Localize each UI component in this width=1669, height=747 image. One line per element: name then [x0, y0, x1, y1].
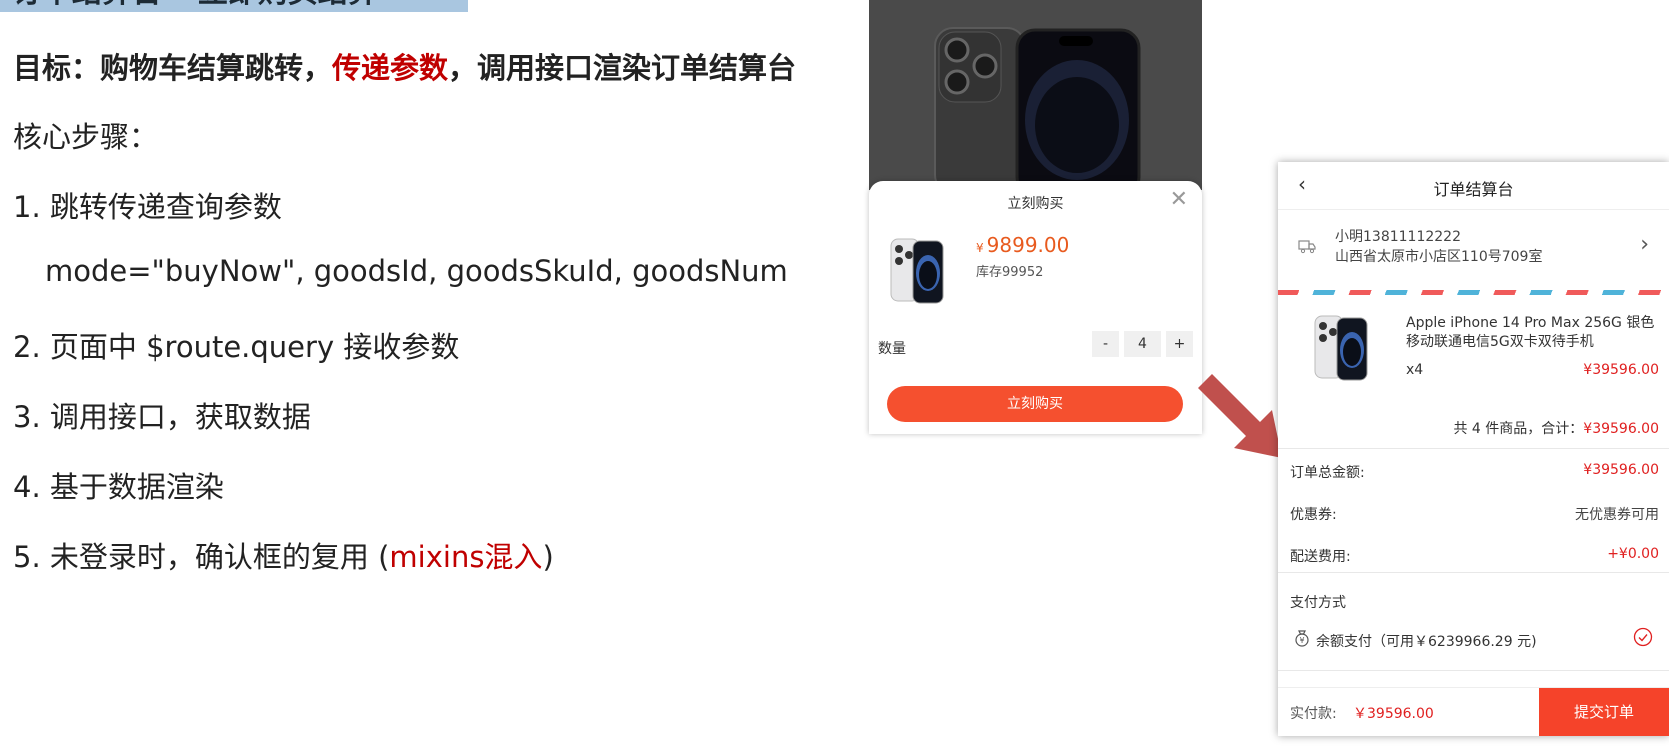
quantity-stepper: - 4 +	[1092, 331, 1193, 357]
pay-amount-value: ￥39596.00	[1353, 706, 1434, 722]
product-phone-image	[934, 27, 1141, 190]
slide-title: 订单结算台 – 立即购买结算	[0, 0, 468, 12]
step-1-params: mode="buyNow", goodsId, goodsSkuId, good…	[45, 254, 788, 288]
delivery-truck-icon	[1298, 240, 1316, 254]
step-5: 5. 未登录时，确认框的复用 (mixins混入)	[13, 534, 554, 576]
shipping-label: 配送费用:	[1290, 549, 1351, 565]
increase-button[interactable]: +	[1166, 331, 1193, 357]
goods-thumbnail	[1314, 315, 1368, 381]
address-card[interactable]: 小明13811112222 山西省太原市小店区110号709室 ›	[1278, 209, 1669, 290]
summary-prefix: 共 4 件商品，合计：	[1453, 421, 1584, 437]
contact-name-phone: 小明13811112222	[1335, 229, 1461, 245]
step-5-prefix: 5. 未登录时，确认框的复用 (	[13, 540, 390, 574]
step-4: 4. 基于数据渲染	[13, 470, 224, 504]
wallet-icon: ¥	[1295, 630, 1309, 647]
step-1: 1. 跳转传递查询参数	[13, 190, 282, 224]
product-thumbnail	[890, 238, 944, 304]
step-5-suffix: )	[542, 540, 554, 574]
decrease-button[interactable]: -	[1092, 331, 1119, 357]
goal-highlight: 传递参数	[332, 51, 449, 85]
quantity-value[interactable]: 4	[1124, 331, 1161, 357]
goods-name: Apple iPhone 14 Pro Max 256G 银色 移动联通电信5G…	[1406, 315, 1655, 350]
checkout-header: ‹ 订单结算台	[1278, 162, 1669, 208]
slide-goal: 目标：购物车结算跳转，传递参数，调用接口渲染订单结算台	[13, 45, 796, 87]
divider	[1278, 572, 1669, 573]
order-total-value: ¥39596.00	[1583, 462, 1659, 478]
delivery-address: 山西省太原市小店区110号709室	[1335, 249, 1543, 265]
product-image-overlay	[869, 0, 1202, 190]
steps-heading: 核心步骤：	[13, 120, 159, 154]
address-stripe	[1278, 290, 1669, 295]
step-5-highlight: mixins混入	[389, 540, 543, 574]
sheet-title: 立刻购买	[1007, 196, 1064, 212]
summary-total: ¥39596.00	[1583, 421, 1659, 437]
slide-title-strip: 订单结算台 – 立即购买结算	[0, 0, 468, 12]
buy-now-sheet: 立刻购买 ✕ ¥9899.00 库存99952 数量 - 4 + 立刻购买	[869, 181, 1202, 434]
goods-quantity: x4	[1406, 362, 1424, 378]
submit-order-button[interactable]: 提交订单	[1539, 688, 1669, 736]
goal-suffix: ，调用接口渲染订单结算台	[448, 51, 797, 85]
stock-text: 库存99952	[976, 265, 1044, 280]
close-icon[interactable]: ✕	[1170, 189, 1188, 211]
chevron-right-icon[interactable]: ›	[1640, 232, 1649, 257]
goods-price: ¥39596.00	[1583, 362, 1659, 378]
balance-payment-option[interactable]: 余额支付（可用￥6239966.29 元)	[1316, 631, 1537, 651]
currency-symbol: ¥	[976, 241, 984, 255]
quantity-label: 数量	[878, 341, 906, 357]
pay-amount-label: 实付款:	[1290, 706, 1337, 722]
sheet-price: ¥9899.00	[976, 233, 1069, 257]
check-circle-icon[interactable]	[1633, 627, 1653, 647]
coupon-label: 优惠券:	[1290, 507, 1337, 523]
svg-text:¥: ¥	[1299, 636, 1304, 645]
coupon-row[interactable]: 优惠券: 无优惠券可用	[1290, 504, 1659, 524]
buy-now-button[interactable]: 立刻购买	[887, 386, 1183, 422]
shipping-value: +¥0.00	[1607, 546, 1659, 562]
coupon-value: 无优惠券可用	[1575, 507, 1659, 523]
payment-heading: 支付方式	[1290, 595, 1346, 611]
arrow-icon	[1198, 374, 1282, 458]
order-total-label: 订单总金额:	[1290, 465, 1365, 481]
order-goods-item: Apple iPhone 14 Pro Max 256G 银色 移动联通电信5G…	[1278, 302, 1669, 412]
goal-prefix: 目标：购物车结算跳转，	[13, 51, 333, 85]
price-value: 9899.00	[986, 233, 1070, 257]
order-total-row: 订单总金额: ¥39596.00	[1290, 462, 1659, 482]
shipping-row: 配送费用: +¥0.00	[1290, 546, 1659, 566]
checkout-title: 订单结算台	[1433, 180, 1514, 199]
step-2: 2. 页面中 $route.query 接收参数	[13, 330, 460, 364]
step-3: 3. 调用接口，获取数据	[13, 400, 311, 434]
checkout-panel: ‹ 订单结算台 小明13811112222 山西省太原市小店区110号709室 …	[1278, 162, 1669, 736]
goods-summary: 共 4 件商品，合计：¥39596.00	[1453, 418, 1659, 438]
checkout-footer: 实付款: ￥39596.00 提交订单	[1278, 687, 1669, 736]
divider	[1278, 448, 1669, 449]
divider	[1278, 670, 1669, 671]
